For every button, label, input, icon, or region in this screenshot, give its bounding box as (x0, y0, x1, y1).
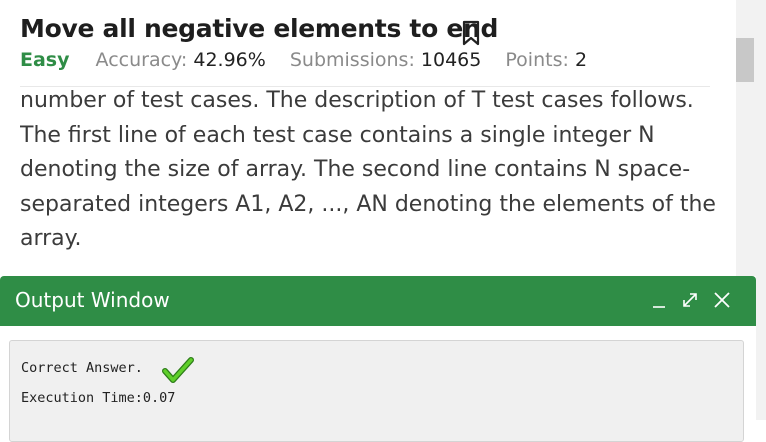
output-window: Output Window Correct Answer. Execution … (0, 276, 756, 442)
result-status: Correct Answer. (21, 360, 143, 376)
output-window-titlebar: Output Window (0, 276, 756, 326)
bookmark-icon[interactable] (459, 20, 483, 46)
submissions-value: 10465 (420, 49, 482, 71)
difficulty-label: Easy (20, 49, 70, 71)
accuracy-label: Accuracy: (95, 49, 188, 71)
header-divider (20, 86, 710, 87)
description-line: number of test cases. The description of… (20, 88, 694, 113)
points-label: Points: (505, 49, 569, 71)
close-icon[interactable] (711, 289, 733, 311)
problem-header: Move all negative elements to end Easy A… (0, 0, 736, 87)
problem-description: number of test cases. The description of… (20, 88, 720, 257)
description-line: The first line of each test case contain… (20, 122, 655, 148)
output-window-title: Output Window (15, 288, 170, 312)
page-edge (756, 276, 766, 420)
submissions-label: Submissions: (289, 49, 415, 71)
expand-icon[interactable] (679, 289, 701, 311)
minimize-icon[interactable] (648, 289, 670, 311)
problem-meta: Easy Accuracy: 42.96% Submissions: 10465… (20, 49, 605, 71)
check-icon (162, 357, 194, 383)
description-line: denoting the size of array. The second l… (20, 157, 691, 182)
output-result-box: Correct Answer. Execution Time:0.07 (9, 340, 744, 442)
description-line: array. (20, 226, 82, 251)
description-line: separated integers A1, A2, ..., AN denot… (20, 191, 716, 217)
execution-time: Execution Time:0.07 (21, 390, 176, 406)
points-value: 2 (574, 49, 588, 71)
problem-title: Move all negative elements to end (20, 14, 499, 43)
accuracy-value: 42.96% (193, 49, 266, 71)
scrollbar-thumb[interactable] (736, 38, 754, 82)
